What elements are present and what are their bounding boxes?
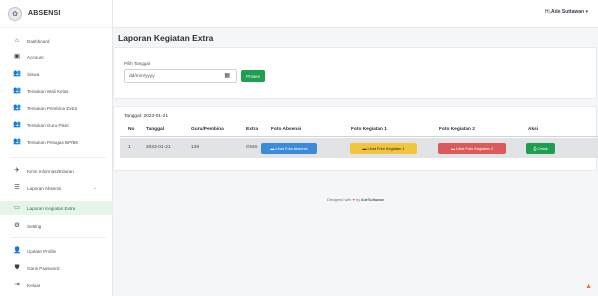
sidebar-item-label: Tentukan Wali Kelas <box>27 88 69 94</box>
send-icon: ✈ <box>14 166 20 174</box>
sidebar-item-label: Setting <box>27 223 42 229</box>
sidebar-item-setting[interactable]: ⚙ Setting <box>0 219 113 233</box>
users-icon: 👥 <box>12 120 22 128</box>
date-input[interactable]: dd/mm/yyyy ▦ <box>124 69 237 83</box>
sidebar-item-label: Account <box>27 54 44 60</box>
column-header-guru: Guru/Pembina <box>191 127 224 132</box>
lihat-foto-kegiatan-2-button[interactable]: ▬ Lihat Foto Kegiatan 2 <box>438 143 506 154</box>
users-icon: 👥 <box>12 86 22 94</box>
sidebar-divider <box>10 157 106 158</box>
users-icon: 👥 <box>12 137 22 145</box>
cetak-button[interactable]: ⎙ Cetak <box>526 143 555 154</box>
calendar-icon[interactable]: ▦ <box>224 72 230 79</box>
id-card-icon: ▣ <box>13 52 21 60</box>
sidebar-item-ganti-password[interactable]: ⛊ Ganti Password <box>0 261 113 275</box>
sidebar-item-label: Tentukan Guru Piket <box>27 122 69 128</box>
footer-prefix: Designed with <box>326 197 352 202</box>
footer-by: by <box>355 197 361 202</box>
lihat-foto-kegiatan-1-button[interactable]: ▬ Lihat Foto Kegiatan 1 <box>350 143 417 154</box>
column-header-foto-absensi: Foto Absensi <box>271 127 302 132</box>
column-header-no: No <box>128 127 135 132</box>
sidebar-item-siswa[interactable]: 👥 Siswa <box>0 67 113 81</box>
image-icon: ▭ <box>13 203 21 211</box>
sidebar-divider <box>10 237 106 238</box>
school-emblem-icon: ✿ <box>8 6 22 21</box>
sidebar-item-pembina-extra[interactable]: 👥 Tentukan Pembina Extra <box>0 101 113 115</box>
topbar: Hi,Ade Suttawan ▾ <box>113 0 598 28</box>
page-title: Laporan Kegiatan Extra <box>118 33 214 43</box>
brand[interactable]: ✿ ABSENSI <box>0 0 112 28</box>
column-header-foto-kegiatan-2: Foto Kegiatan 2 <box>439 127 475 132</box>
user-name: Ade Suttawan <box>551 9 585 15</box>
column-header-foto-kegiatan-1: Foto Kegiatan 1 <box>351 127 387 132</box>
sidebar-item-label: Dashboard <box>27 38 50 44</box>
column-header-aksi: Aksi <box>528 127 539 132</box>
sidebar-item-label: Tentukan Petugas BP/BK <box>27 139 79 145</box>
sidebar-item-dashboard[interactable]: ⌂ Dashboard <box>0 34 113 48</box>
sidebar-item-keluar[interactable]: ⇥ Keluar <box>0 278 113 292</box>
sidebar-item-petugas-bpbk[interactable]: 👥 Tentukan Petugas BP/BK <box>0 135 113 149</box>
user-icon: 👤 <box>12 246 22 254</box>
sidebar-item-wali-kelas[interactable]: 👥 Tentukan Wali Kelas <box>0 84 113 98</box>
heart-icon: ♥ <box>352 197 355 202</box>
sidebar-item-label: Update Profile <box>27 248 57 254</box>
cell-extra: OSIS <box>246 145 258 150</box>
sidebar-item-label: Kirim Informasi/Edaran <box>27 168 74 174</box>
user-menu[interactable]: Hi,Ade Suttawan ▾ <box>545 9 588 15</box>
users-icon: 👥 <box>12 103 22 111</box>
shield-icon: ⛊ <box>14 263 20 271</box>
date-placeholder: dd/mm/yyyy <box>129 73 155 79</box>
flame-icon: ▲ <box>585 283 592 290</box>
list-icon: ☰ <box>14 183 20 191</box>
proses-button[interactable]: Proses <box>241 70 265 82</box>
home-icon: ⌂ <box>15 36 19 44</box>
cell-guru: 139 <box>191 145 200 150</box>
sidebar-item-label: Ganti Password <box>27 265 60 271</box>
column-header-extra: Extra <box>246 127 258 132</box>
app-name: ABSENSI <box>28 10 61 17</box>
sidebar-item-label: Keluar <box>27 282 41 288</box>
sidebar-item-kirim-informasi[interactable]: ✈ Kirim Informasi/Edaran <box>0 164 113 178</box>
sidebar-item-account[interactable]: ▣ Account <box>0 50 113 64</box>
lihat-foto-absensi-button[interactable]: ▬ Lihat Foto Absensi <box>261 143 317 154</box>
sidebar-item-laporan-kegiatan-extra[interactable]: ▭ Laporan Kegiatan Extra <box>0 201 113 215</box>
sidebar-item-label: Tentukan Pembina Extra <box>27 105 78 111</box>
sidebar-item-guru-piket[interactable]: 👥 Tentukan Guru Piket <box>0 118 113 132</box>
chevron-down-icon: ▾ <box>585 9 588 15</box>
table-header-divider <box>120 136 598 137</box>
users-icon: 👥 <box>12 69 22 77</box>
report-date: Tanggal: 2023-01-21 <box>124 114 169 119</box>
chevron-down-icon: ⌄ <box>92 185 97 191</box>
column-header-tanggal: Tanggal <box>146 127 165 132</box>
sidebar: ✿ ABSENSI ⌂ Dashboard ▣ Account 👥 Siswa … <box>0 0 113 296</box>
sidebar-item-label: Laporan Absensi <box>27 185 62 191</box>
cell-no: 1 <box>128 145 131 150</box>
sidebar-item-label: Siswa <box>27 71 40 77</box>
cell-tanggal: 2023-01-21 <box>146 145 171 150</box>
gear-icon: ⚙ <box>14 221 20 229</box>
footer-author-link[interactable]: AdeSuttawan <box>361 197 384 202</box>
sidebar-item-laporan-absensi[interactable]: ☰ Laporan Absensi ⌄ <box>0 181 113 195</box>
date-label: Pilih Tanggal <box>124 61 150 66</box>
logout-icon: ⇥ <box>14 280 20 288</box>
sidebar-item-update-profile[interactable]: 👤 Update Profile <box>0 244 113 258</box>
sidebar-item-label: Laporan Kegiatan Extra <box>27 205 76 211</box>
footer: Designed with ♥ by AdeSuttawan <box>113 197 598 202</box>
